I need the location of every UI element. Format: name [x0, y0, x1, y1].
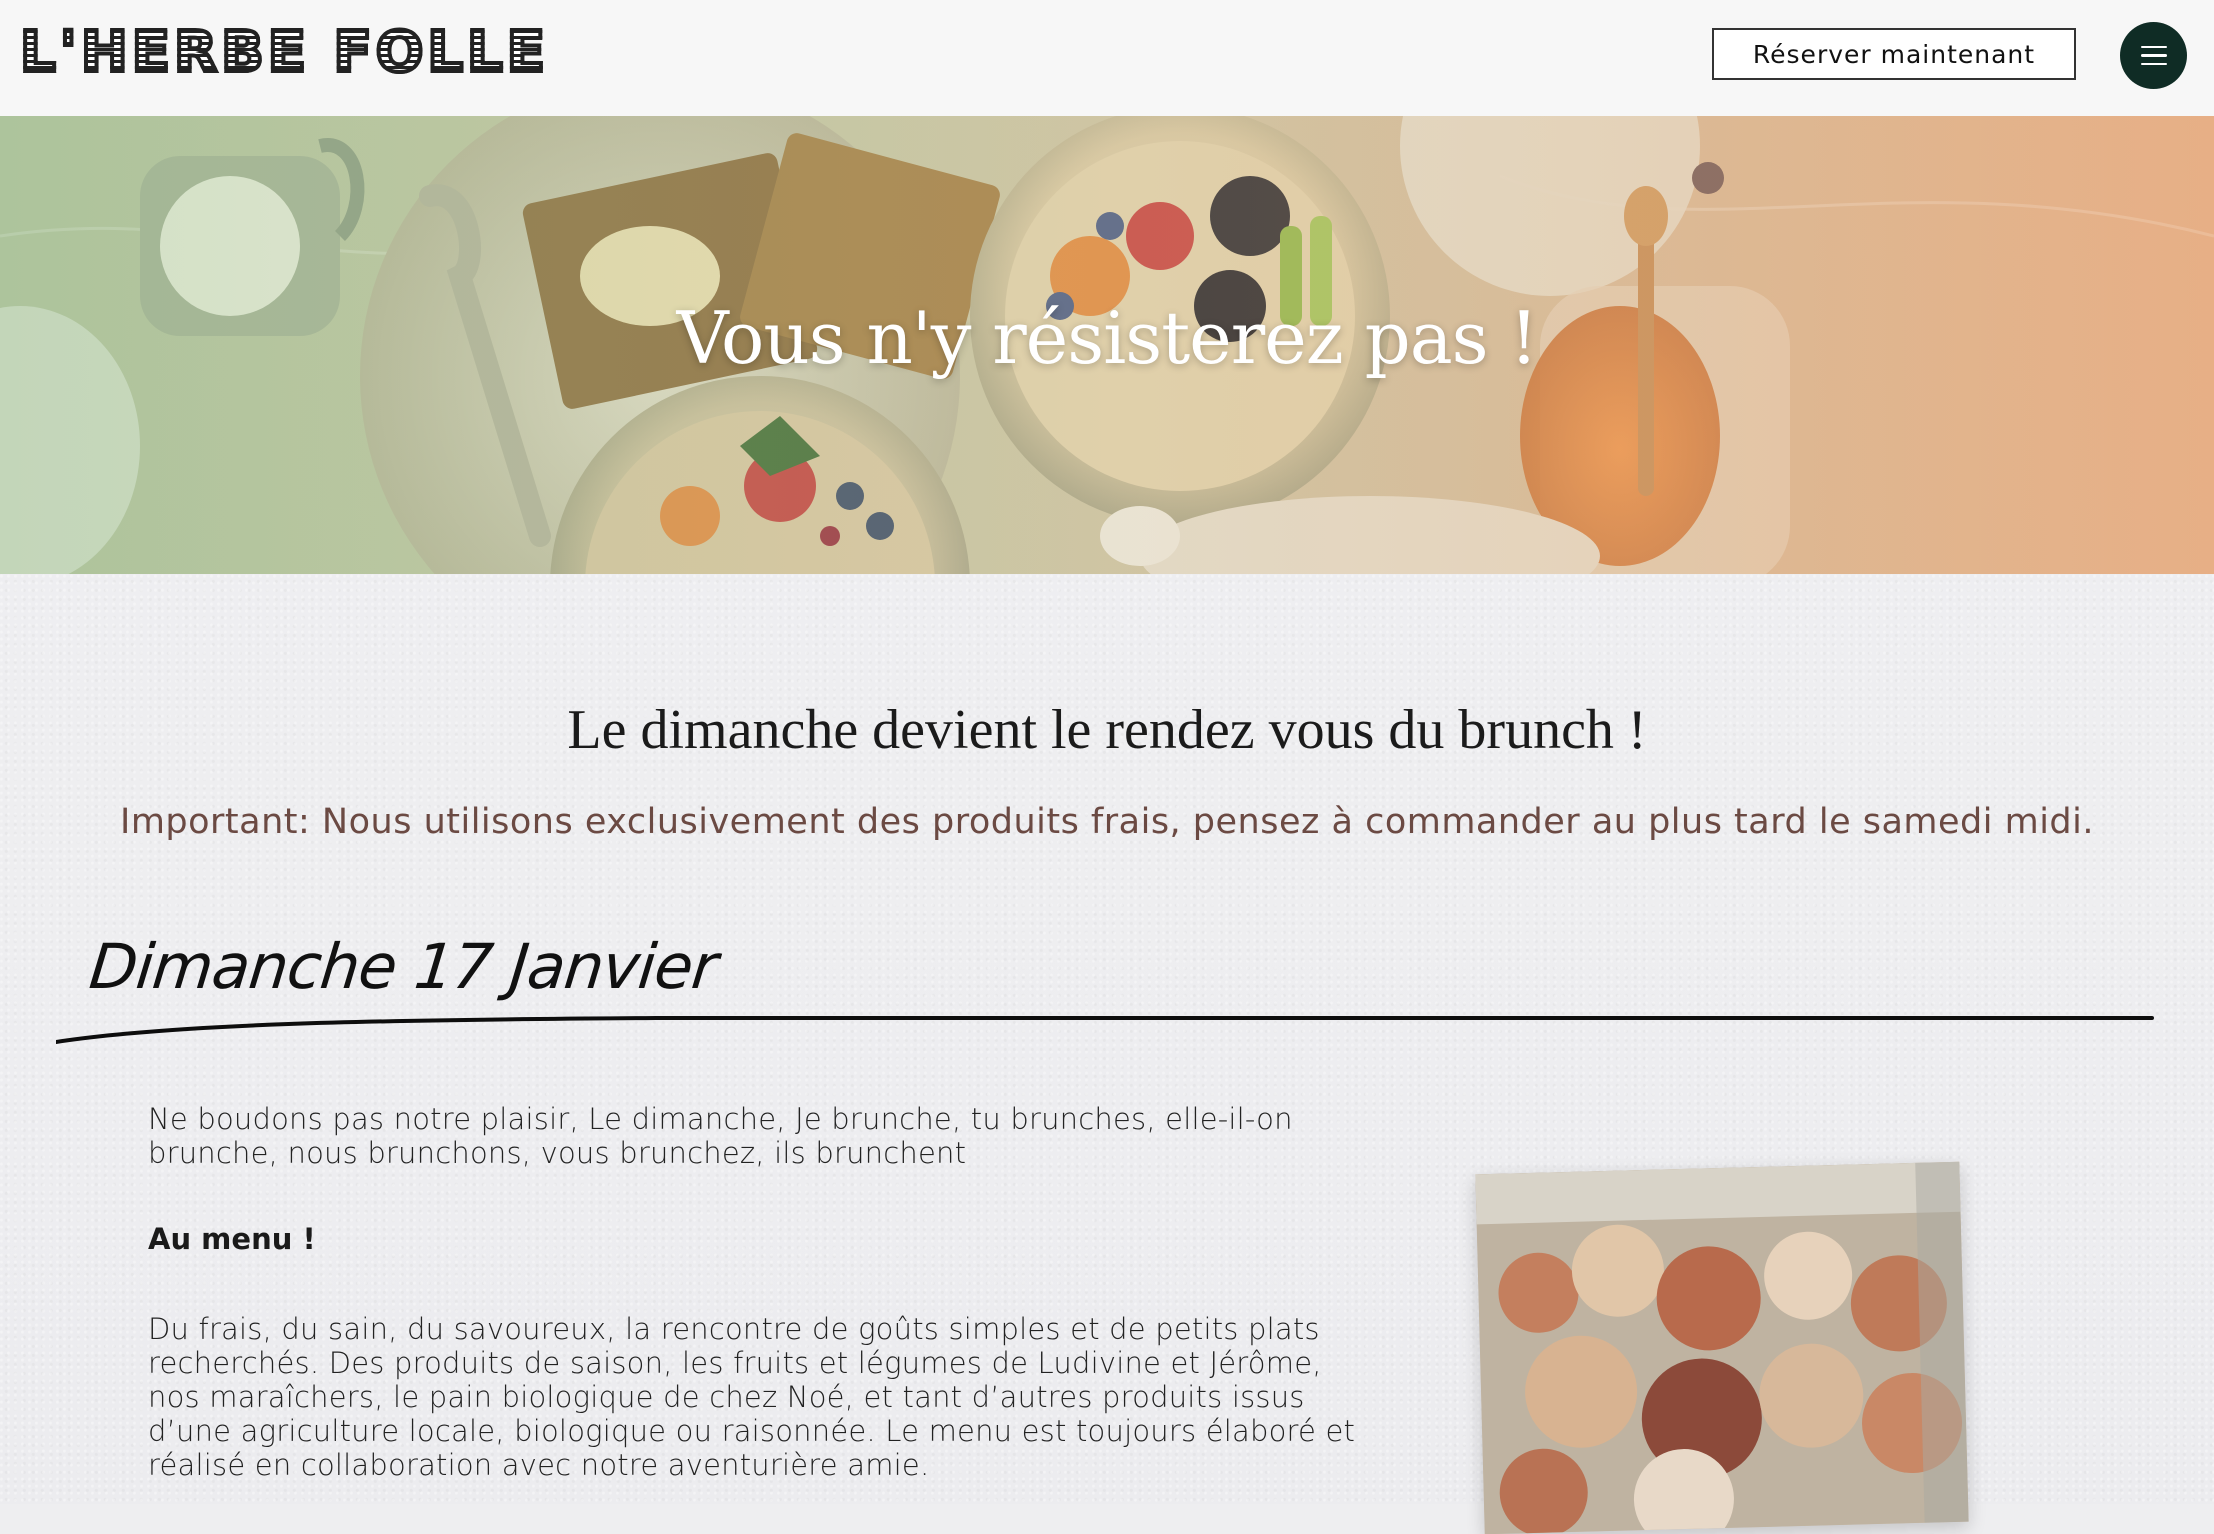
hero-title: Vous n'y résisterez pas ! [676, 296, 1539, 380]
menu-button[interactable] [2120, 22, 2187, 89]
reserve-now-button[interactable]: Réserver maintenant [1712, 28, 2076, 80]
site-header: L'HERBE FOLLE Réserver maintenant [0, 0, 2214, 117]
date-heading: Dimanche 17 Janvier [86, 930, 721, 1003]
intro-paragraph: Ne boudons pas notre plaisir, Le dimanch… [148, 1102, 1293, 1170]
menu-heading: Au menu ! [148, 1222, 316, 1256]
menu-description: Du frais, du sain, du savoureux, la renc… [148, 1312, 1356, 1482]
intro-title: Le dimanche devient le rendez vous du br… [567, 699, 1647, 761]
hero-banner: Vous n'y résisterez pas ! [0, 116, 2214, 574]
important-note: Important: Nous utilisons exclusivement … [120, 802, 2094, 842]
site-logo[interactable]: L'HERBE FOLLE [18, 18, 549, 88]
hamburger-menu-icon [2140, 45, 2167, 66]
granola-photo [1475, 1161, 1969, 1534]
date-heading-underline [56, 1016, 2154, 1044]
